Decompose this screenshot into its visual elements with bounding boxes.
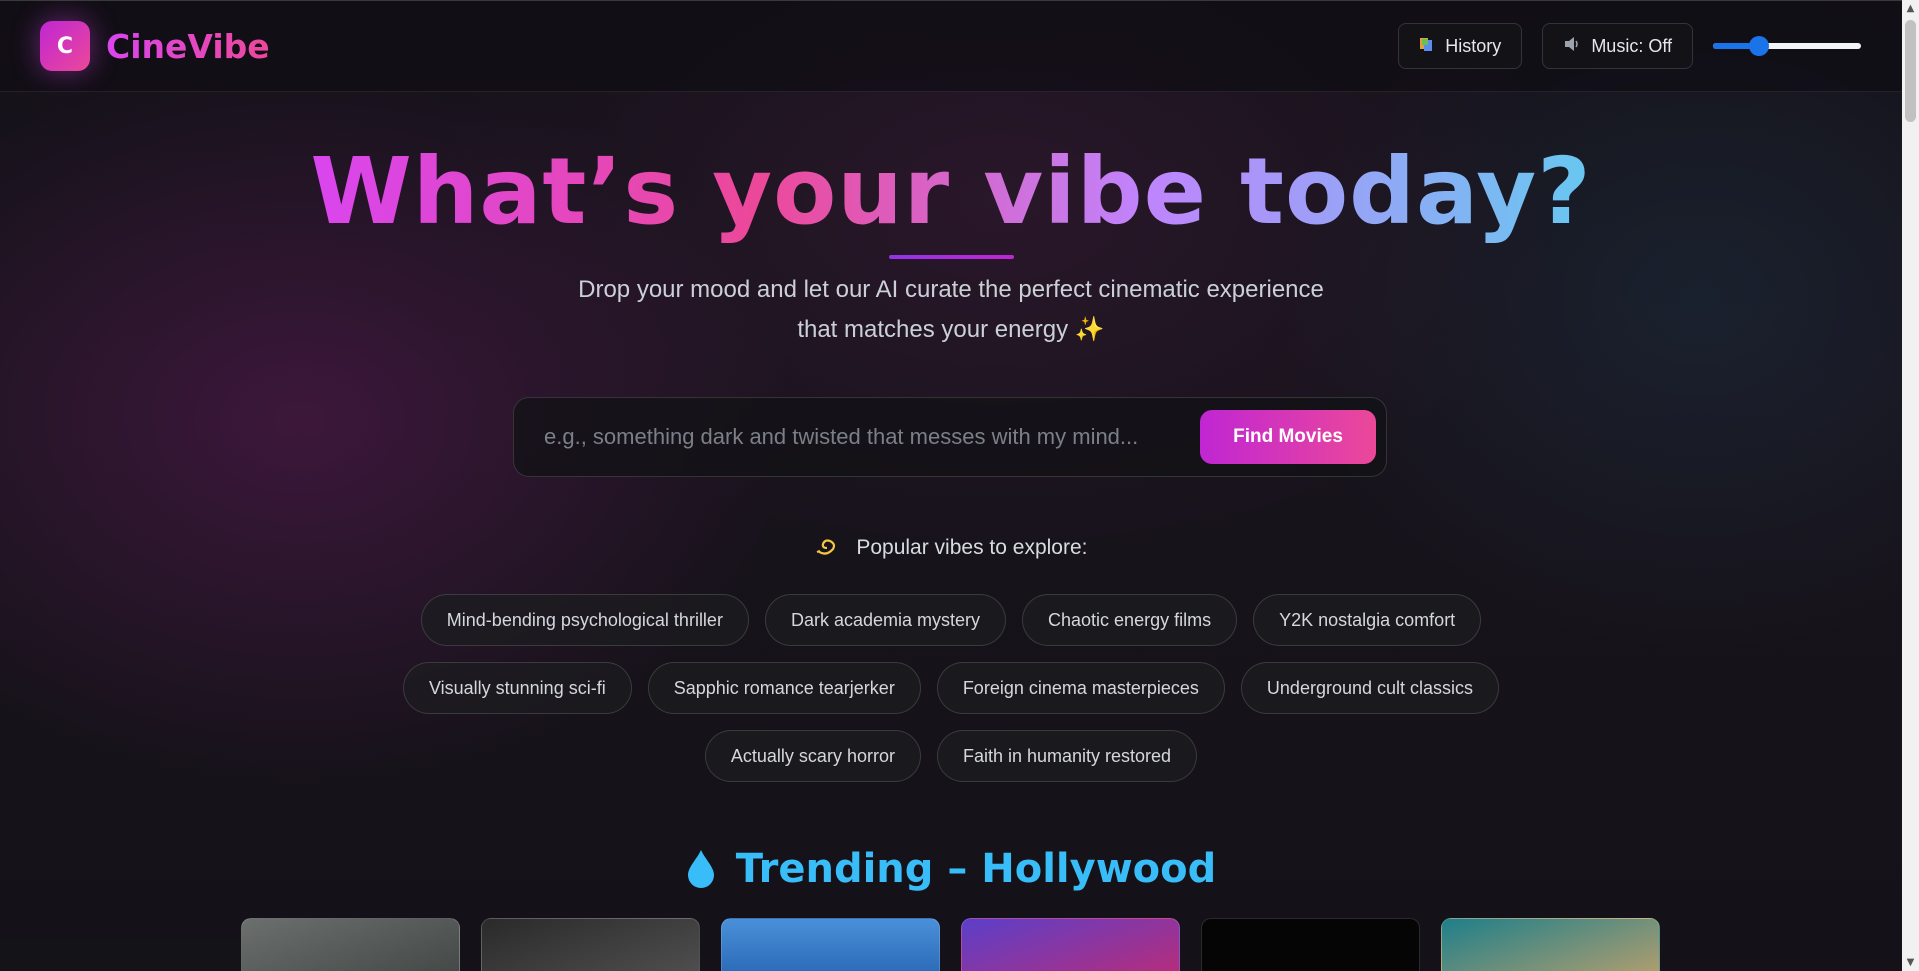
trending-poster-row xyxy=(241,918,1660,971)
music-label: Music: Off xyxy=(1591,35,1672,56)
movie-poster[interactable] xyxy=(961,918,1180,971)
popular-vibes-heading: Popular vibes to explore: xyxy=(0,536,1902,560)
movie-poster[interactable] xyxy=(1201,918,1420,971)
mood-search-input[interactable] xyxy=(544,424,1200,450)
vibe-chip[interactable]: Mind-bending psychological thriller xyxy=(420,594,749,646)
vibe-chip[interactable]: Dark academia mystery xyxy=(764,594,1007,646)
vibe-chip[interactable]: Actually scary horror xyxy=(704,730,921,782)
logo-letter: C xyxy=(56,33,74,59)
vibe-chip[interactable]: Foreign cinema masterpieces xyxy=(936,662,1225,714)
section-divider xyxy=(0,938,241,971)
vibe-chip[interactable]: Faith in humanity restored xyxy=(936,730,1198,782)
hero-subtitle: Drop your mood and let our AI curate the… xyxy=(578,276,1324,343)
hero-title: What’s your vibe today? xyxy=(0,138,1902,245)
header-actions: History Music: Off xyxy=(1398,23,1862,69)
title-underline xyxy=(889,255,1014,259)
vibe-chip-list: Mind-bending psychological thriller Dark… xyxy=(380,594,1522,782)
trending-heading: Trending – Hollywood xyxy=(0,846,1902,892)
speaker-icon xyxy=(1563,36,1581,56)
page-scrollbar[interactable]: ▲ ▼ xyxy=(1902,0,1919,971)
history-icon xyxy=(1419,36,1435,56)
volume-thumb[interactable] xyxy=(1748,36,1769,56)
vibe-chip[interactable]: Chaotic energy films xyxy=(1022,594,1238,646)
scroll-up-arrow-icon[interactable]: ▲ xyxy=(1902,0,1919,17)
movie-poster[interactable] xyxy=(481,918,700,971)
movie-poster[interactable] xyxy=(721,918,940,971)
music-toggle-button[interactable]: Music: Off xyxy=(1542,23,1693,69)
mood-search-bar: Find Movies xyxy=(513,397,1387,477)
brand-name[interactable]: CineVibe xyxy=(106,27,270,66)
movie-poster[interactable] xyxy=(1441,918,1660,971)
popular-vibes-label: Popular vibes to explore: xyxy=(856,536,1088,559)
history-button[interactable]: History xyxy=(1398,23,1523,69)
history-label: History xyxy=(1445,35,1502,56)
vibe-chip[interactable]: Y2K nostalgia comfort xyxy=(1253,594,1482,646)
vibe-chip[interactable]: Underground cult classics xyxy=(1240,662,1500,714)
page: C CineVibe History Music: Off What’s you… xyxy=(0,0,1902,971)
top-header: C CineVibe History Music: Off xyxy=(0,0,1902,92)
droplet-icon xyxy=(686,849,716,889)
hero-title-text: What’s your vibe today? xyxy=(310,138,1592,245)
find-movies-button[interactable]: Find Movies xyxy=(1200,410,1376,464)
volume-slider[interactable] xyxy=(1713,36,1861,56)
trending-title: Trending – Hollywood xyxy=(735,846,1217,892)
logo-icon[interactable]: C xyxy=(40,21,90,71)
movie-poster[interactable] xyxy=(241,918,460,971)
scrollbar-thumb[interactable] xyxy=(1905,20,1916,122)
vibe-chip[interactable]: Sapphic romance tearjerker xyxy=(647,662,921,714)
dizzy-icon xyxy=(815,536,843,559)
vibe-chip[interactable]: Visually stunning sci-fi xyxy=(402,662,632,714)
scroll-down-arrow-icon[interactable]: ▼ xyxy=(1902,954,1919,971)
